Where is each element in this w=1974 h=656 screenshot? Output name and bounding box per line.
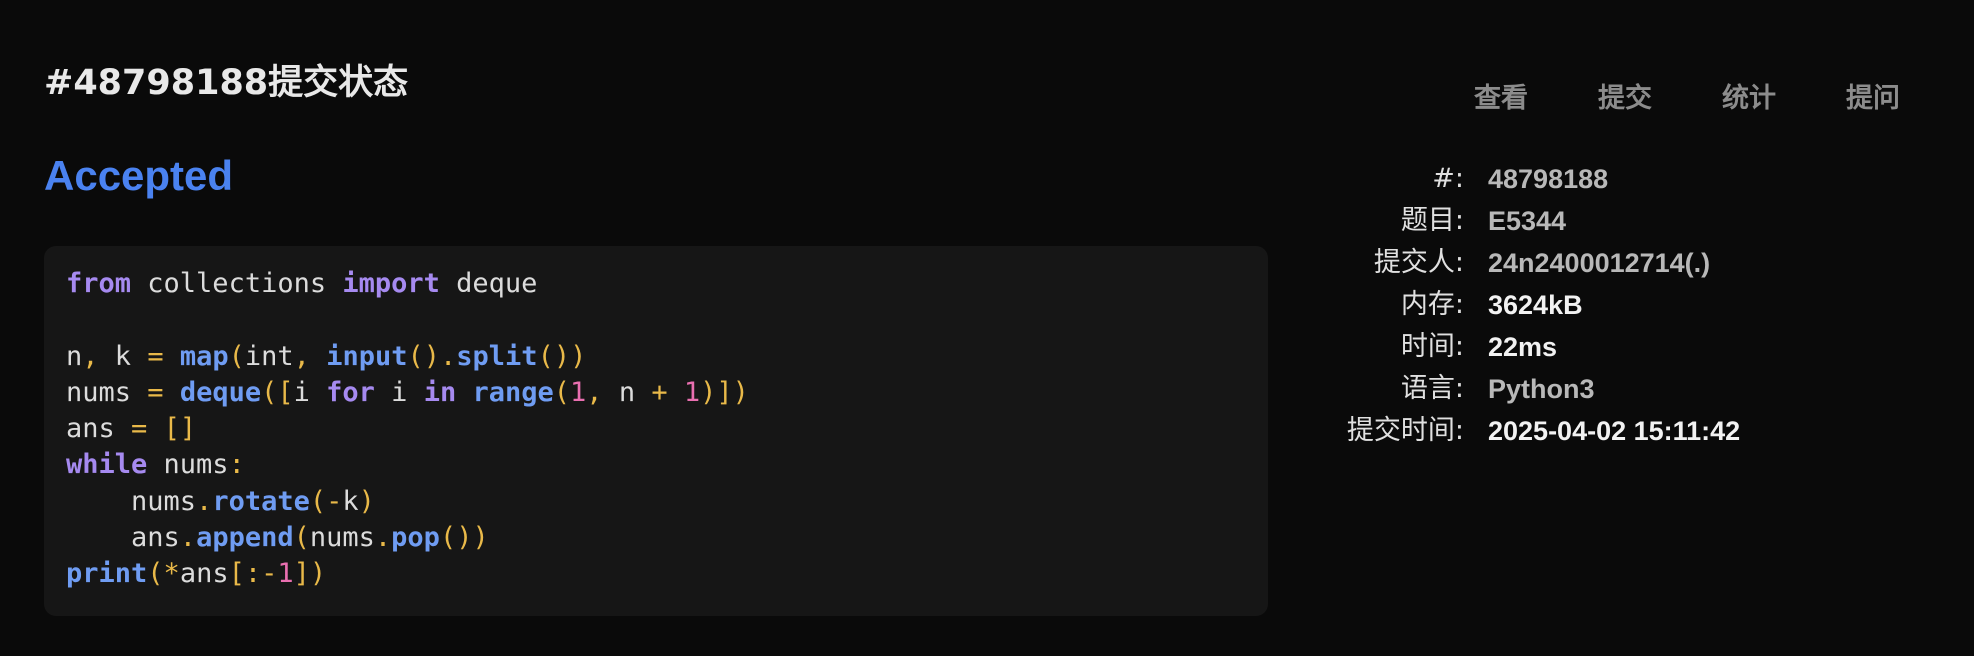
submitter-link[interactable]: 24n2400012714(.) [1488,242,1740,284]
code-line: nums.rotate(-k) [66,485,375,517]
code-line: from collections import deque [66,268,538,299]
id-value: 48798188 [1488,164,1609,194]
source-code-block: from collections import deque n, k = map… [44,246,1268,616]
language-value: Python3 [1488,374,1595,404]
top-nav: 查看 提交 统计 提问 [1474,76,1900,115]
source-code: from collections import deque n, k = map… [66,266,1246,593]
nav-ask-link[interactable]: 提问 [1846,76,1900,115]
problem-label: 题目: [1400,205,1464,236]
memory-label: 内存: [1400,289,1464,320]
time-label: 时间: [1400,331,1464,362]
code-line: print(*ans[:-1]) [66,558,327,590]
status-accepted: Accepted [44,152,234,199]
problem-link[interactable]: E5344 [1488,200,1740,242]
nav-stats-link[interactable]: 统计 [1722,76,1776,115]
code-line: ans.append(nums.pop()) [66,522,489,554]
code-line: nums = deque([i for i in range(1, n + 1)… [66,376,749,408]
nav-submit-link[interactable]: 提交 [1598,76,1652,115]
time-value: 22ms [1488,332,1558,362]
code-line: n, k = map(int, input().split()) [66,340,587,372]
nav-view-link[interactable]: 查看 [1474,76,1528,115]
submitter-label: 提交人: [1373,247,1464,278]
code-line: while nums: [66,449,245,481]
submit-time-label: 提交时间: [1346,415,1464,446]
page-title: #48798188提交状态 [44,63,409,103]
submit-time-value: 2025-04-02 15:11:42 [1488,416,1741,446]
language-label: 语言: [1400,373,1464,404]
memory-value: 3624kB [1488,290,1583,320]
submission-details: #: 48798188 题目: E5344 提交人: 24n2400012714… [1290,158,1740,452]
code-line: ans = [] [66,413,197,445]
id-label: #: [1432,163,1464,194]
